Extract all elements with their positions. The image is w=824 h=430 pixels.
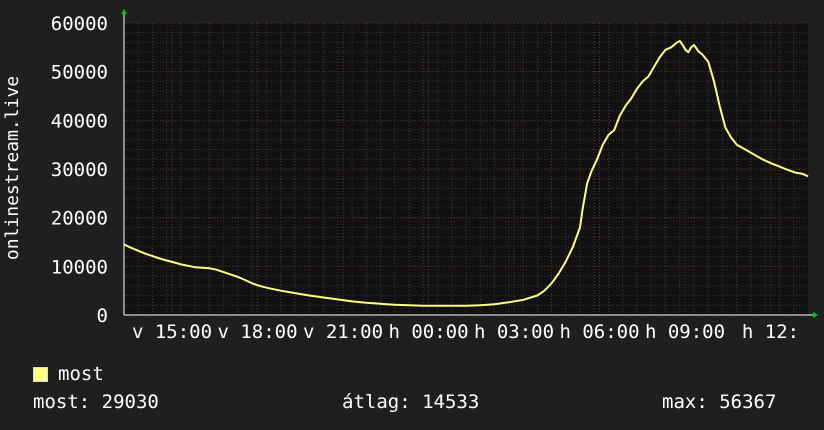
- stat-max: max: 56367: [662, 391, 777, 413]
- x-tick-label: h 06:00: [559, 321, 639, 343]
- stat-current: most: 29030: [33, 391, 159, 413]
- x-tick-label: h 00:00: [388, 321, 468, 343]
- y-tick-label: 40000: [51, 110, 108, 132]
- legend-label-most: most: [58, 363, 104, 385]
- y-axis-arrow-icon: [121, 9, 127, 14]
- x-tick-label: h 12:: [742, 321, 799, 343]
- y-axis-label: onlinestream.live: [2, 76, 23, 260]
- y-tick-label: 30000: [51, 159, 108, 181]
- y-tick-label: 50000: [51, 62, 108, 84]
- stat-average: átlag: 14533: [342, 391, 480, 413]
- x-axis-arrow-icon: [813, 312, 818, 318]
- line-chart: 0100002000030000400005000060000v 15:00 v …: [2, 9, 818, 343]
- x-tick-label: v 15:00: [132, 321, 212, 343]
- y-tick-label: 0: [97, 305, 108, 327]
- legend-swatch-most: [33, 367, 48, 382]
- x-tick-label: v 21:00: [303, 321, 383, 343]
- y-tick-label: 60000: [51, 13, 108, 35]
- x-tick-label: h 09:00: [645, 321, 725, 343]
- y-tick-label: 20000: [51, 208, 108, 230]
- y-tick-label: 10000: [51, 256, 108, 278]
- x-tick-label: h 03:00: [474, 321, 554, 343]
- x-tick-label: v 18:00: [217, 321, 297, 343]
